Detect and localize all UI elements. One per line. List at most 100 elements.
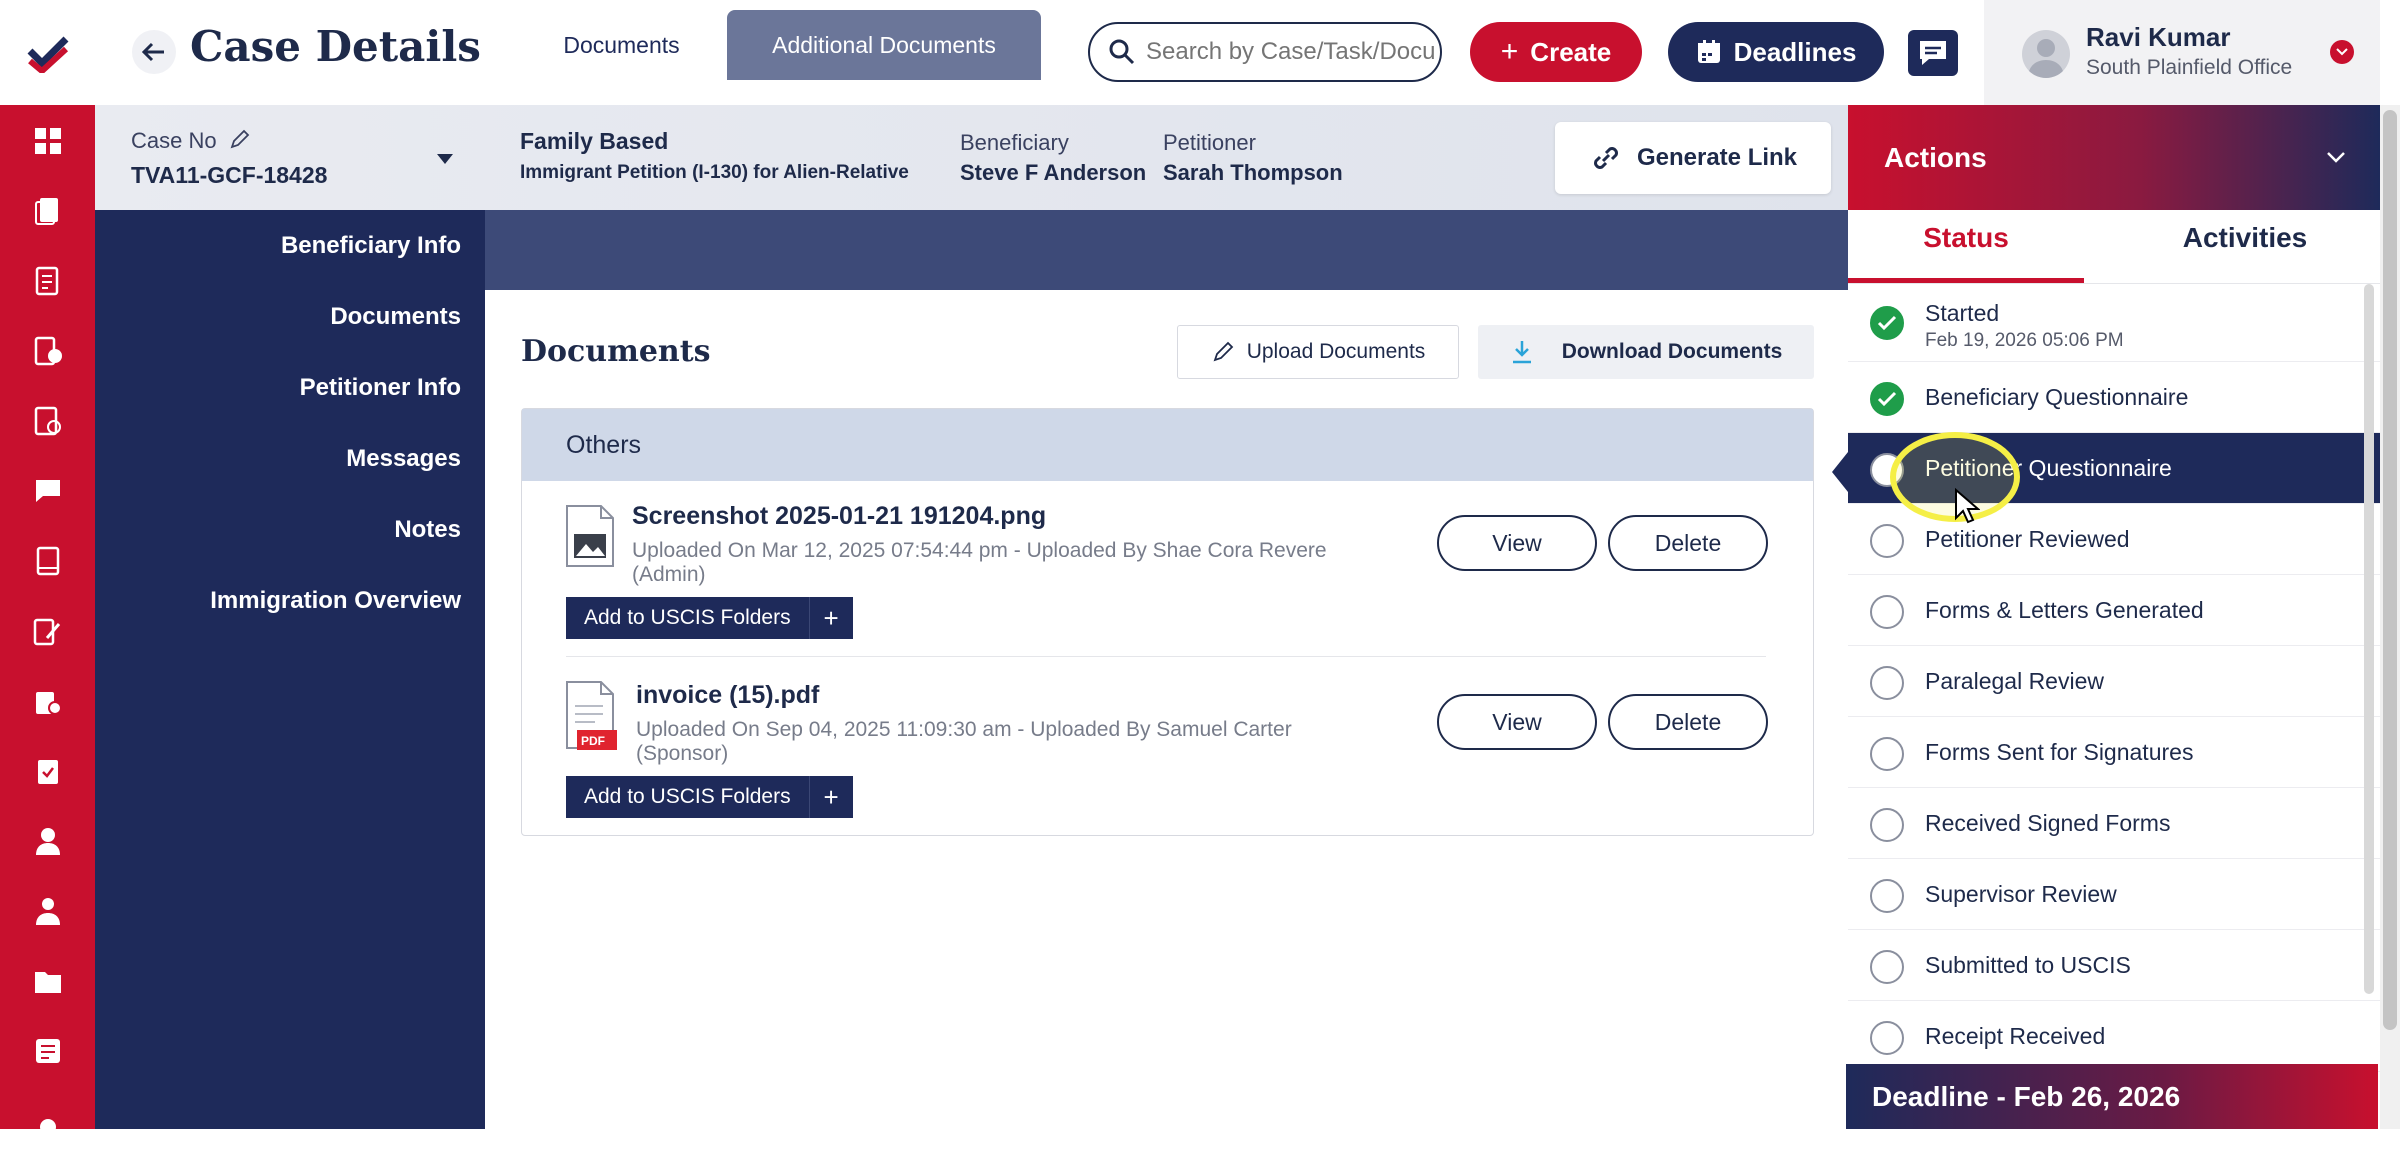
chevron-down-icon[interactable] bbox=[2330, 40, 2354, 64]
case-category: Family Based bbox=[520, 128, 669, 154]
status-label: Paralegal Review bbox=[1925, 668, 2104, 694]
circle-icon bbox=[1870, 737, 1904, 771]
nav-immigration-overview[interactable]: Immigration Overview bbox=[210, 587, 461, 615]
search-input[interactable] bbox=[1146, 38, 1436, 66]
chat-button[interactable] bbox=[1908, 30, 1958, 76]
check-circle-icon bbox=[1870, 382, 1904, 416]
generate-link-button[interactable]: Generate Link bbox=[1555, 122, 1831, 194]
calendar-icon bbox=[1697, 40, 1720, 63]
status-item[interactable]: Receipt Received bbox=[1848, 1001, 2380, 1072]
circle-icon bbox=[1870, 524, 1904, 558]
app-logo[interactable] bbox=[0, 0, 95, 105]
nav-messages[interactable]: Messages bbox=[346, 445, 461, 473]
book-icon[interactable] bbox=[0, 526, 95, 596]
nav-documents[interactable]: Documents bbox=[330, 303, 461, 331]
link-icon bbox=[1594, 147, 1618, 169]
status-scrollbar[interactable] bbox=[2364, 284, 2374, 994]
add-to-uscis-button[interactable]: Add to USCIS Folders + bbox=[566, 776, 853, 818]
edit-icon[interactable] bbox=[0, 596, 95, 666]
status-item[interactable]: Forms Sent for Signatures bbox=[1848, 717, 2380, 788]
delete-button[interactable]: Delete bbox=[1608, 694, 1768, 750]
tab-additional-documents[interactable]: Additional Documents bbox=[727, 10, 1041, 80]
user-icon[interactable] bbox=[0, 806, 95, 876]
generate-link-label: Generate Link bbox=[1636, 144, 1798, 171]
pencil-icon[interactable] bbox=[229, 128, 251, 150]
add-to-uscis-button[interactable]: Add to USCIS Folders + bbox=[566, 597, 853, 639]
circle-icon bbox=[1870, 950, 1904, 984]
status-label: Beneficiary Questionnaire bbox=[1925, 384, 2189, 410]
active-pointer bbox=[1832, 452, 1848, 492]
checklist-icon[interactable] bbox=[0, 246, 95, 316]
dashboard-icon[interactable] bbox=[0, 106, 95, 176]
status-label: Received Signed Forms bbox=[1925, 810, 2171, 836]
circle-icon bbox=[1870, 808, 1904, 842]
more-icon[interactable] bbox=[0, 1086, 95, 1156]
status-item[interactable]: Received Signed Forms bbox=[1848, 788, 2380, 859]
file-meta-role: (Sponsor) bbox=[636, 742, 729, 765]
image-file-icon bbox=[565, 504, 615, 573]
case-dropdown-icon[interactable] bbox=[436, 152, 454, 170]
beneficiary-name: Steve F Anderson bbox=[960, 160, 1147, 185]
notes-icon[interactable] bbox=[0, 1016, 95, 1086]
circle-icon bbox=[1870, 666, 1904, 700]
tab-activities[interactable]: Activities bbox=[2110, 222, 2380, 254]
view-button[interactable]: View bbox=[1437, 694, 1597, 750]
status-item[interactable]: Beneficiary Questionnaire bbox=[1848, 362, 2380, 433]
forms-icon[interactable] bbox=[0, 386, 95, 456]
pdf-badge: PDF bbox=[581, 734, 605, 748]
status-item[interactable]: Paralegal Review bbox=[1848, 646, 2380, 717]
plus-icon: + bbox=[1500, 35, 1519, 68]
mouse-cursor-icon bbox=[1954, 487, 1981, 529]
avatar bbox=[2022, 30, 2070, 78]
tab-status[interactable]: Status bbox=[1848, 222, 2084, 254]
case-petition: Immigrant Petition (I-130) for Alien-Rel… bbox=[520, 162, 909, 183]
beneficiary-label: Beneficiary bbox=[960, 130, 1069, 155]
billing-icon[interactable] bbox=[0, 316, 95, 386]
file-name[interactable]: Screenshot 2025-01-21 191204.png bbox=[632, 502, 1046, 531]
chevron-down-icon[interactable] bbox=[2326, 150, 2346, 168]
upload-documents-button[interactable]: Upload Documents bbox=[1177, 325, 1459, 379]
case-number: TVA11-GCF-18428 bbox=[131, 162, 328, 188]
page-title: Case Details bbox=[190, 22, 481, 71]
delete-button[interactable]: Delete bbox=[1608, 515, 1768, 571]
pdf-file-icon: PDF bbox=[565, 680, 623, 757]
view-button[interactable]: View bbox=[1437, 515, 1597, 571]
status-item[interactable]: Started Feb 19, 2026 05:06 PM bbox=[1848, 284, 2380, 362]
status-list: Started Feb 19, 2026 05:06 PM Beneficiar… bbox=[1848, 284, 2380, 1072]
plus-icon: + bbox=[808, 597, 853, 639]
status-label: Forms Sent for Signatures bbox=[1925, 739, 2194, 765]
tab-documents[interactable]: Documents bbox=[523, 10, 720, 80]
file-name[interactable]: invoice (15).pdf bbox=[636, 681, 819, 710]
group-header: Others bbox=[522, 409, 1813, 481]
file-meta-role: (Admin) bbox=[632, 563, 706, 586]
tab-bar bbox=[485, 210, 1848, 290]
folder-icon[interactable] bbox=[0, 946, 95, 1016]
nav-beneficiary-info[interactable]: Beneficiary Info bbox=[281, 232, 461, 260]
status-timestamp: Feb 19, 2026 05:06 PM bbox=[1925, 330, 2124, 351]
download-documents-button[interactable]: Download Documents bbox=[1478, 325, 1814, 379]
team-icon[interactable] bbox=[0, 876, 95, 946]
deadlines-button[interactable]: Deadlines bbox=[1668, 22, 1884, 82]
petitioner-name: Sarah Thompson bbox=[1163, 160, 1343, 185]
create-label: Create bbox=[1530, 36, 1612, 67]
search-box[interactable] bbox=[1088, 22, 1442, 82]
status-label: Petitioner Reviewed bbox=[1925, 526, 2130, 552]
case-nav: Beneficiary Info Documents Petitioner In… bbox=[95, 210, 485, 1129]
nav-petitioner-info[interactable]: Petitioner Info bbox=[300, 374, 461, 402]
documents-icon[interactable] bbox=[0, 176, 95, 246]
active-tab-indicator bbox=[1848, 278, 2084, 283]
back-button[interactable] bbox=[132, 30, 176, 74]
nav-notes[interactable]: Notes bbox=[394, 516, 461, 544]
add-uscis-label: Add to USCIS Folders bbox=[566, 776, 809, 818]
folder-check-icon[interactable] bbox=[0, 666, 95, 736]
create-button[interactable]: + Create bbox=[1470, 22, 1642, 82]
status-item[interactable]: Supervisor Review bbox=[1848, 859, 2380, 930]
status-item[interactable]: Submitted to USCIS bbox=[1848, 930, 2380, 1001]
deadline-banner: Deadline - Feb 26, 2026 bbox=[1846, 1064, 2378, 1129]
scrollbar-thumb[interactable] bbox=[2383, 110, 2397, 1030]
status-label: Submitted to USCIS bbox=[1925, 952, 2131, 978]
clipboard-icon[interactable] bbox=[0, 736, 95, 806]
user-name: Ravi Kumar bbox=[2086, 22, 2231, 52]
messages-icon[interactable] bbox=[0, 456, 95, 526]
status-item[interactable]: Forms & Letters Generated bbox=[1848, 575, 2380, 646]
